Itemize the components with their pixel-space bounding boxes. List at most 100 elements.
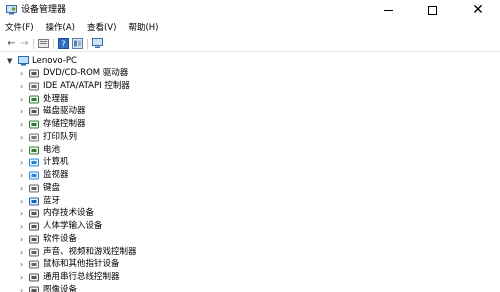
chevron-right-icon[interactable]: › xyxy=(20,144,23,157)
tree-category-row[interactable]: › DVD/CD-ROM 驱动器 xyxy=(0,67,300,80)
chevron-right-icon[interactable]: › xyxy=(20,105,23,118)
forward-arrow-icon[interactable]: → xyxy=(19,38,30,49)
tree-category-label: 电池 xyxy=(43,144,61,155)
tree-category-label: 声音、视频和游戏控制器 xyxy=(43,246,137,257)
chevron-right-icon[interactable]: › xyxy=(20,207,23,220)
tree-category-label: 软件设备 xyxy=(43,233,78,244)
back-arrow-icon[interactable]: ← xyxy=(6,38,17,49)
help-icon[interactable]: ? xyxy=(58,38,69,49)
tree-category-row[interactable]: › 计算机 xyxy=(0,156,300,169)
tree-category-label: 计算机 xyxy=(43,157,69,168)
tree-category-label: 内存技术设备 xyxy=(43,208,95,219)
toolbar-separator xyxy=(87,39,88,49)
tree-category-row[interactable]: › 电池 xyxy=(0,144,300,157)
chevron-right-icon[interactable]: › xyxy=(20,118,23,131)
tree-category-row[interactable]: › 图像设备 xyxy=(0,284,300,292)
chevron-right-icon[interactable]: › xyxy=(20,233,23,246)
disk-drive-icon xyxy=(29,107,39,116)
device-manager-app-icon xyxy=(6,5,17,15)
imaging-device-icon xyxy=(29,286,39,292)
maximize-button[interactable] xyxy=(410,0,454,20)
monitor-scan-icon[interactable] xyxy=(92,38,103,49)
tree-category-row[interactable]: › 人体学输入设备 xyxy=(0,220,300,233)
software-device-icon xyxy=(29,235,39,244)
tree-category-row[interactable]: › 鼠标和其他指针设备 xyxy=(0,258,300,271)
chevron-right-icon[interactable]: › xyxy=(20,182,23,195)
tree-category-label: 图像设备 xyxy=(43,284,78,292)
tree-category-row[interactable]: › 软件设备 xyxy=(0,233,300,246)
menu-action[interactable]: 操作(A) xyxy=(46,22,75,34)
tree-category-label: IDE ATA/ATAPI 控制器 xyxy=(43,80,130,91)
tree-category-row[interactable]: › 通用串行总线控制器 xyxy=(0,271,300,284)
chevron-right-icon[interactable]: › xyxy=(20,284,23,292)
tree-category-row[interactable]: › 处理器 xyxy=(0,93,300,106)
toolbar-separator xyxy=(53,39,54,49)
tree-category-label: DVD/CD-ROM 驱动器 xyxy=(43,68,129,78)
chevron-right-icon[interactable]: › xyxy=(20,258,23,271)
mouse-icon xyxy=(29,260,39,269)
tree-category-row[interactable]: › 打印队列 xyxy=(0,131,300,144)
tree-category-label: 磁盘驱动器 xyxy=(43,106,86,117)
tree-category-row[interactable]: › 存储控制器 xyxy=(0,118,300,131)
menu-bar: 文件(F) 操作(A) 查看(V) 帮助(H) xyxy=(0,21,500,35)
device-tree: ▼ Lenovo-PC › DVD/CD-ROM 驱动器 › IDE ATA/ATAP… xyxy=(0,53,500,292)
chevron-right-icon[interactable]: › xyxy=(20,195,23,208)
tree-category-row[interactable]: › IDE ATA/ATAPI 控制器 xyxy=(0,80,300,93)
keyboard-icon xyxy=(29,184,39,193)
tree-category-label: 通用串行总线控制器 xyxy=(43,272,120,282)
tree-category-label: 打印队列 xyxy=(43,131,78,142)
device-view-icon[interactable] xyxy=(72,38,83,49)
chevron-right-icon[interactable]: › xyxy=(20,93,23,106)
tree-category-row[interactable]: › 监视器 xyxy=(0,169,300,182)
chevron-right-icon[interactable]: › xyxy=(20,156,23,169)
title-bar: 设备管理器 ✕ xyxy=(0,0,500,20)
bluetooth-icon xyxy=(29,197,39,205)
tree-root-node[interactable]: ▼ Lenovo-PC xyxy=(0,55,200,67)
storage-controller-icon xyxy=(29,120,39,129)
print-queue-icon xyxy=(29,133,39,142)
chevron-right-icon[interactable]: › xyxy=(20,220,23,233)
tree-category-row[interactable]: › 磁盘驱动器 xyxy=(0,105,300,118)
tree-root-label: Lenovo-PC xyxy=(32,56,77,66)
processor-icon xyxy=(29,95,39,103)
tree-category-row[interactable]: › 蓝牙 xyxy=(0,195,300,208)
category-list: › DVD/CD-ROM 驱动器 › IDE ATA/ATAPI 控制器 › 处理器 › 磁盘… xyxy=(0,67,500,292)
device-manager-window: 设备管理器 ✕ 文件(F) 操作(A) 查看(V) 帮助(H) ← → ? ▼ … xyxy=(0,0,500,292)
chevron-right-icon[interactable]: › xyxy=(20,67,23,80)
memory-device-icon xyxy=(29,209,39,218)
tree-category-row[interactable]: › 键盘 xyxy=(0,182,300,195)
chevron-right-icon[interactable]: › xyxy=(20,271,23,284)
chevron-right-icon[interactable]: › xyxy=(20,246,23,259)
minimize-button[interactable] xyxy=(366,0,410,20)
tree-category-label: 处理器 xyxy=(43,93,69,104)
tree-category-label: 键盘 xyxy=(43,182,61,193)
menu-view[interactable]: 查看(V) xyxy=(87,22,116,34)
ide-controller-icon xyxy=(29,82,39,91)
toolbar: ← → ? xyxy=(0,36,500,52)
chevron-right-icon[interactable]: › xyxy=(20,80,23,93)
computer-icon xyxy=(29,158,39,167)
maximize-icon xyxy=(427,5,437,15)
computer-root-icon xyxy=(18,56,29,66)
sound-icon xyxy=(29,248,39,256)
tree-category-row[interactable]: › 内存技术设备 xyxy=(0,207,300,220)
tree-category-label: 监视器 xyxy=(43,170,69,180)
usb-controller-icon xyxy=(29,273,39,282)
hid-icon xyxy=(29,222,39,231)
close-icon: ✕ xyxy=(472,2,484,18)
monitor-icon xyxy=(29,171,39,180)
menu-help[interactable]: 帮助(H) xyxy=(128,22,158,34)
tree-category-label: 人体学输入设备 xyxy=(43,221,103,231)
dvd-drive-icon xyxy=(29,69,39,78)
chevron-right-icon[interactable]: › xyxy=(20,169,23,182)
chevron-right-icon[interactable]: › xyxy=(20,131,23,144)
menu-file[interactable]: 文件(F) xyxy=(5,22,34,34)
toolbar-separator xyxy=(33,39,34,49)
window-title: 设备管理器 xyxy=(21,5,67,15)
tree-category-row[interactable]: › 声音、视频和游戏控制器 xyxy=(0,246,300,259)
svg-text:?: ? xyxy=(61,40,65,49)
close-button[interactable]: ✕ xyxy=(456,0,500,20)
chevron-down-icon[interactable]: ▼ xyxy=(7,55,12,67)
properties-icon[interactable] xyxy=(38,38,49,49)
tree-category-label: 存储控制器 xyxy=(43,119,86,129)
